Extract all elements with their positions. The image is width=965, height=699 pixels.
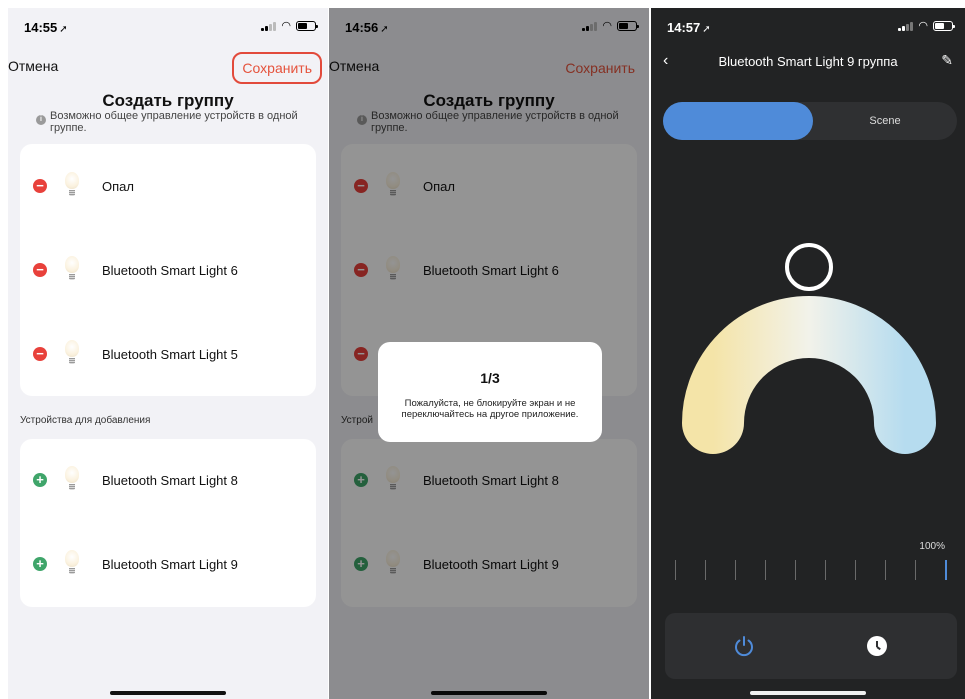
brightness-tick bbox=[885, 560, 886, 580]
minus-circle-icon[interactable]: − bbox=[33, 263, 47, 277]
progress-message: Пожалуйста, не блокируйте экран и не пер… bbox=[401, 398, 579, 420]
list-item: + Bluetooth Smart Light 9 bbox=[20, 544, 316, 584]
create-group-saving-screen: 14:56 ➚ ◠ Отмена Сохранить Создать группу… bbox=[329, 8, 649, 699]
temperature-thumb[interactable] bbox=[785, 243, 833, 291]
brightness-tick bbox=[795, 560, 796, 580]
brightness-tick bbox=[765, 560, 766, 580]
info-icon: i bbox=[36, 115, 46, 125]
home-indicator bbox=[110, 691, 226, 695]
wifi-icon: ◠ bbox=[281, 20, 291, 32]
list-item: − Опал bbox=[20, 166, 316, 206]
group-control-screen: 14:57 ➚ ◠ ‹ Bluetooth Smart Light 9 групп… bbox=[651, 8, 965, 699]
brightness-tick bbox=[705, 560, 706, 580]
brightness-tick bbox=[825, 560, 826, 580]
minus-circle-icon[interactable]: − bbox=[33, 347, 47, 361]
signal-icon bbox=[261, 21, 277, 31]
light-bulb-icon bbox=[64, 466, 80, 494]
status-time: 14:57 bbox=[667, 20, 701, 35]
list-item: − Bluetooth Smart Light 6 bbox=[20, 250, 316, 290]
cancel-button[interactable]: Отмена bbox=[8, 58, 58, 74]
section-header: Устройства для добавления bbox=[20, 415, 151, 426]
page-title: Bluetooth Smart Light 9 группа bbox=[718, 54, 898, 69]
save-button[interactable]: Сохранить bbox=[232, 52, 322, 84]
minus-circle-icon[interactable]: − bbox=[33, 179, 47, 193]
brightness-tick bbox=[855, 560, 856, 580]
light-bulb-icon bbox=[64, 172, 80, 200]
wifi-icon: ◠ bbox=[918, 20, 928, 32]
create-group-screen: 14:55 ➚ ◠ Отмена Сохранить Создать группу… bbox=[8, 8, 328, 699]
add-devices-card: + Bluetooth Smart Light 8 + Bluetooth Sm… bbox=[20, 439, 316, 607]
device-name: Bluetooth Smart Light 5 bbox=[102, 346, 238, 362]
plus-circle-icon[interactable]: + bbox=[33, 473, 47, 487]
control-bar bbox=[665, 613, 957, 679]
light-bulb-icon bbox=[64, 256, 80, 284]
brightness-slider[interactable] bbox=[675, 556, 947, 580]
mode-tabs: Scene bbox=[663, 102, 957, 140]
light-bulb-icon bbox=[64, 550, 80, 578]
group-devices-card: − Опал − Bluetooth Smart Light 6 − Bluet… bbox=[20, 144, 316, 396]
edit-pencil-icon[interactable]: ✎ bbox=[941, 52, 953, 69]
light-bulb-icon bbox=[64, 340, 80, 368]
clock-icon[interactable] bbox=[867, 636, 887, 656]
nav-bar: Отмена Сохранить bbox=[8, 52, 328, 84]
list-item: − Bluetooth Smart Light 5 bbox=[20, 334, 316, 374]
brightness-tick bbox=[945, 560, 947, 580]
brightness-value: 100% bbox=[919, 541, 945, 552]
brightness-tick bbox=[735, 560, 736, 580]
color-temperature-arc bbox=[682, 296, 936, 454]
brightness-tick bbox=[915, 560, 916, 580]
status-bar: 14:55 ➚ ◠ bbox=[8, 8, 328, 42]
device-name: Bluetooth Smart Light 9 bbox=[102, 556, 238, 572]
group-hint: Возможно общее управление устройств в од… bbox=[50, 110, 298, 134]
color-temperature-ring[interactable] bbox=[678, 239, 940, 471]
battery-icon bbox=[933, 21, 955, 31]
battery-icon bbox=[296, 21, 318, 31]
tab-white[interactable] bbox=[663, 102, 813, 140]
tab-scene[interactable]: Scene bbox=[813, 102, 957, 140]
power-icon[interactable] bbox=[733, 635, 755, 657]
brightness-tick bbox=[675, 560, 676, 580]
location-arrow-icon: ➚ bbox=[59, 24, 68, 35]
device-name: Bluetooth Smart Light 6 bbox=[102, 262, 238, 278]
home-indicator bbox=[750, 691, 866, 695]
progress-dialog: 1/3 Пожалуйста, не блокируйте экран и не… bbox=[378, 342, 602, 442]
progress-count: 1/3 bbox=[480, 370, 500, 386]
device-name: Опал bbox=[102, 178, 134, 194]
device-name: Bluetooth Smart Light 8 bbox=[102, 472, 238, 488]
location-arrow-icon: ➚ bbox=[702, 24, 711, 35]
page-title: Создать группу bbox=[102, 91, 234, 110]
status-bar: 14:57 ➚ ◠ bbox=[651, 8, 965, 42]
list-item: + Bluetooth Smart Light 8 bbox=[20, 460, 316, 500]
status-time: 14:55 bbox=[24, 20, 58, 35]
plus-circle-icon[interactable]: + bbox=[33, 557, 47, 571]
signal-icon bbox=[898, 21, 914, 31]
